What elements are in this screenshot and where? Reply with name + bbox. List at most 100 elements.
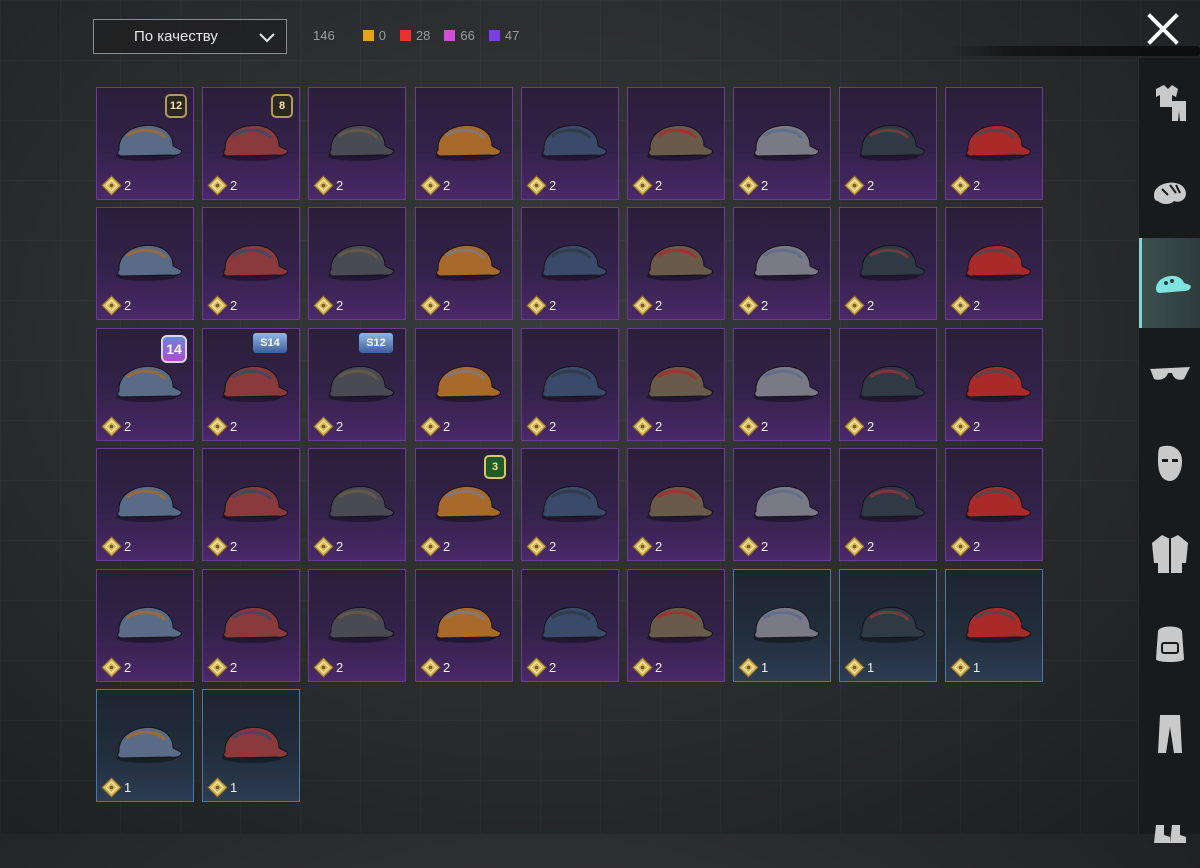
category-sidebar bbox=[1138, 58, 1200, 843]
item-card-tactical-cap[interactable]: 1 bbox=[202, 689, 300, 802]
item-image bbox=[222, 244, 288, 281]
currency-coin-icon bbox=[632, 657, 653, 678]
item-card-batting-helmet[interactable]: 2 bbox=[96, 207, 194, 320]
item-quantity: 2 bbox=[207, 175, 237, 196]
sidebar-item-backpack[interactable] bbox=[1139, 598, 1200, 688]
item-card-dark-cap[interactable]: 2 bbox=[415, 328, 513, 441]
currency-coin-icon bbox=[526, 657, 547, 678]
item-image bbox=[116, 485, 182, 522]
item-card-aviator-cap[interactable]: 2 bbox=[627, 569, 725, 682]
item-card-navy-beanie[interactable]: 2 bbox=[733, 87, 831, 200]
item-card-witch-hat[interactable]: 2 bbox=[839, 87, 937, 200]
item-card-black-gas-mask[interactable]: 2 bbox=[627, 207, 725, 320]
item-card-gas-mask-helmet[interactable]: 2 bbox=[415, 87, 513, 200]
sidebar-item-shoes[interactable] bbox=[1139, 778, 1200, 868]
item-quantity: 2 bbox=[420, 175, 450, 196]
item-card-red-top-hat[interactable]: 2 bbox=[202, 448, 300, 561]
item-card-cat-ears[interactable]: 2 bbox=[627, 87, 725, 200]
item-image bbox=[222, 485, 288, 522]
item-image bbox=[647, 485, 713, 522]
item-card-white-shark-hood[interactable]: 2 bbox=[308, 448, 406, 561]
item-card-black-gold-cap[interactable]: 2 bbox=[945, 448, 1043, 561]
item-card-ponytail-headset[interactable]: 2 bbox=[308, 207, 406, 320]
item-card-red-beret[interactable]: 2 bbox=[945, 328, 1043, 441]
item-quantity-value: 2 bbox=[867, 298, 875, 313]
item-image bbox=[965, 124, 1031, 161]
item-card-police-cap[interactable]: 14 2 bbox=[96, 328, 194, 441]
pink-swatch bbox=[444, 30, 456, 41]
item-card-shark-hood[interactable]: 2 bbox=[839, 328, 937, 441]
item-card-flower-crown[interactable]: 32 bbox=[415, 448, 513, 561]
item-quantity-value: 2 bbox=[443, 298, 451, 313]
currency-coin-icon bbox=[313, 295, 334, 316]
item-image bbox=[965, 606, 1031, 643]
item-card-spartan-helmet[interactable]: S14 2 bbox=[202, 328, 300, 441]
hair-icon bbox=[1154, 182, 1186, 204]
item-card-blue-beret[interactable]: 1 bbox=[733, 569, 831, 682]
rarity-count-red: 28 bbox=[399, 28, 430, 43]
item-card-football-helmet-red[interactable]: 2 bbox=[945, 87, 1043, 200]
item-card-blue-cap[interactable]: 2 bbox=[308, 87, 406, 200]
sidebar-item-outfit[interactable] bbox=[1139, 58, 1200, 148]
legendary-swatch bbox=[362, 30, 374, 41]
item-card-officer-cap[interactable]: 2 bbox=[308, 569, 406, 682]
item-card-blue-trucker-cap[interactable]: 2 bbox=[96, 569, 194, 682]
item-card-kabuki-wig[interactable]: 2 bbox=[945, 207, 1043, 320]
currency-coin-icon bbox=[101, 175, 122, 196]
currency-coin-icon bbox=[950, 295, 971, 316]
sidebar-item-mask[interactable] bbox=[1139, 418, 1200, 508]
item-quantity-value: 1 bbox=[230, 780, 238, 795]
sidebar-item-glasses[interactable] bbox=[1139, 328, 1200, 418]
item-card-worn-cap[interactable]: 1 bbox=[96, 689, 194, 802]
item-card-luchador-mask[interactable]: 2 bbox=[733, 328, 831, 441]
item-card-long-brown-hair[interactable]: 2 bbox=[415, 207, 513, 320]
sidebar-item-hair[interactable] bbox=[1139, 148, 1200, 238]
item-quantity: 2 bbox=[420, 295, 450, 316]
close-icon[interactable] bbox=[1146, 12, 1180, 46]
item-quantity-value: 2 bbox=[655, 419, 663, 434]
item-quantity: 2 bbox=[207, 657, 237, 678]
item-image bbox=[222, 606, 288, 643]
red-swatch bbox=[399, 30, 411, 41]
item-card-black-top-hat[interactable]: 2 bbox=[96, 448, 194, 561]
currency-coin-icon bbox=[950, 536, 971, 557]
item-card-blue-garrison-cap[interactable]: 2 bbox=[839, 448, 937, 561]
sidebar-item-jacket[interactable] bbox=[1139, 508, 1200, 598]
item-card-maroon-fedora[interactable]: 2 bbox=[202, 569, 300, 682]
item-card-grey-cap[interactable]: 2 bbox=[521, 207, 619, 320]
item-quantity: 2 bbox=[950, 536, 980, 557]
item-quantity-value: 2 bbox=[230, 298, 238, 313]
item-image bbox=[435, 124, 501, 161]
item-card-steampunk-hat[interactable]: 2 bbox=[202, 207, 300, 320]
item-quantity: 1 bbox=[950, 657, 980, 678]
item-image bbox=[647, 365, 713, 402]
currency-coin-icon bbox=[632, 416, 653, 437]
item-card-tan-cap[interactable]: 1 bbox=[945, 569, 1043, 682]
item-card-bandana-mask[interactable]: 2 bbox=[839, 207, 937, 320]
item-card-bucket-hat[interactable]: 2 bbox=[521, 569, 619, 682]
item-card-bunny-ear-helmet[interactable]: 12 2 bbox=[96, 87, 194, 200]
currency-coin-icon bbox=[420, 175, 441, 196]
item-card-slime-hair[interactable]: 82 bbox=[202, 87, 300, 200]
item-card-plaid-hood[interactable]: 2 bbox=[415, 569, 513, 682]
chevron-down-icon bbox=[259, 32, 275, 42]
item-image bbox=[647, 606, 713, 643]
item-quantity-value: 2 bbox=[549, 298, 557, 313]
item-card-orange-football-helmet[interactable]: 2 bbox=[521, 328, 619, 441]
item-card-chocolate-cake-hat[interactable]: 2 bbox=[521, 448, 619, 561]
currency-coin-icon bbox=[526, 536, 547, 557]
item-card-head-mirror[interactable]: 2 bbox=[733, 448, 831, 561]
currency-coin-icon bbox=[844, 295, 865, 316]
item-card-goggle-hair[interactable]: 2 bbox=[521, 87, 619, 200]
currency-coin-icon bbox=[950, 416, 971, 437]
sidebar-item-pants[interactable] bbox=[1139, 688, 1200, 778]
sidebar-item-hat[interactable] bbox=[1139, 238, 1200, 328]
item-card-visor-helmet[interactable]: S12 2 bbox=[308, 328, 406, 441]
item-badge: 8 bbox=[271, 94, 293, 118]
item-card-scarecrow-hat[interactable]: 2 bbox=[627, 328, 725, 441]
item-card-burger-hat[interactable]: 2 bbox=[627, 448, 725, 561]
item-card-orange-beanie[interactable]: 2 bbox=[733, 207, 831, 320]
sort-dropdown[interactable]: По качеству bbox=[93, 19, 287, 54]
item-quantity: 2 bbox=[844, 416, 874, 437]
item-card-grey-beret[interactable]: 1 bbox=[839, 569, 937, 682]
